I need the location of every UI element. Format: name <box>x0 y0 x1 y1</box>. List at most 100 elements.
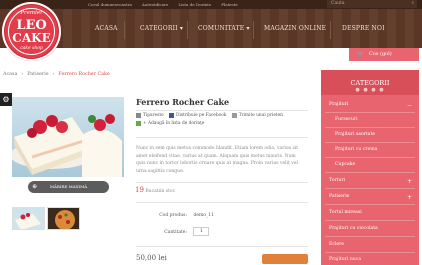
thumb-cake-image <box>13 208 44 229</box>
facebook-share-link[interactable]: Distribuie pe Facebook <box>169 112 226 120</box>
sidebar-divider <box>325 127 415 128</box>
zoom-icon: ⊕ <box>32 183 38 190</box>
product-code-row: Cod produs: demo_11 <box>150 213 214 218</box>
send-friend-link[interactable]: Trimite unui prieten <box>231 112 283 120</box>
divider <box>136 182 308 183</box>
topnav-login-link[interactable]: Autentificare <box>142 0 168 9</box>
shop-logo[interactable]: Premier LEO CAKE cake shop <box>2 2 61 61</box>
product-main-image[interactable] <box>12 97 124 177</box>
cart-icon: 🛒 <box>357 51 365 58</box>
sidebar-dots: ● ● ● ● <box>355 87 385 93</box>
topnav-cart-link[interactable]: Cosul dumneavoastra <box>88 0 132 9</box>
gear-icon[interactable]: ⚙ <box>0 93 12 106</box>
stock-info: 19 Bucatiin stoc <box>135 186 175 194</box>
sidebar-item-label: Fursecuri <box>335 117 358 122</box>
divider <box>136 110 308 111</box>
send-friend-label: Trimite unui prieten <box>238 113 283 118</box>
sidebar-item-patiserie[interactable]: Patiserie + <box>321 194 419 201</box>
sidebar-divider <box>325 236 415 237</box>
wishlist-label: + Adaugă în lista de dorinţe <box>143 121 205 126</box>
thumb-pizza-image <box>48 208 79 229</box>
sidebar-divider <box>325 220 415 221</box>
code-label: Cod produs: <box>159 213 187 218</box>
sidebar-item-label: Patiserie <box>329 194 350 199</box>
sidebar-item-label: Torturi <box>329 178 346 183</box>
wishlist-link[interactable]: + Adaugă în lista de dorinţe <box>136 120 204 128</box>
facebook-icon <box>169 112 174 118</box>
magnify-button[interactable]: ⊕ MĂRIRE MAXIMĂ <box>28 181 109 193</box>
expand-icon[interactable]: + <box>407 178 412 185</box>
nav-online-shop[interactable]: MAGAZIN ONLINE <box>264 25 326 32</box>
print-label: Tipareste <box>143 113 164 118</box>
logo-bottom-text: cake shop <box>20 46 43 51</box>
sidebar-item-label: Prajituri cu crema <box>335 147 378 152</box>
logo-top-text: Premier <box>20 10 43 16</box>
nav-categories[interactable]: CATEGORII ▾ <box>140 25 183 32</box>
nav-community[interactable]: COMUNITATE ▾ <box>198 25 250 32</box>
sidebar-item-torturi[interactable]: Torturi + <box>321 178 419 185</box>
wishlist-icon <box>136 120 141 126</box>
main-navigation: ACASA CATEGORII ▾ COMUNITATE ▾ MAGAZIN O… <box>0 9 422 48</box>
quantity-row: Cantitate: 1 <box>150 227 210 236</box>
nav-separator <box>330 21 331 39</box>
quantity-input[interactable]: 1 <box>193 227 210 236</box>
nav-home[interactable]: ACASA <box>95 25 118 32</box>
topnav-checkout-link[interactable]: Plateste <box>221 0 237 9</box>
sidebar-divider <box>325 157 415 158</box>
collapse-icon[interactable]: − <box>407 102 412 109</box>
sidebar-subitem-prajituri-asortate[interactable]: Prajituri asortate <box>321 132 419 137</box>
sidebar-divider <box>325 172 415 173</box>
categories-sidebar: CATEGORII ● ● ● ● Prajituri − Fursecuri … <box>321 70 419 265</box>
quantity-label: Cantitate: <box>164 230 187 235</box>
sidebar-subitem-prajituri-cu-crema[interactable]: Prajituri cu crema <box>321 147 419 152</box>
search-input[interactable]: Cauta ⌕ <box>327 0 417 8</box>
cart-button[interactable]: 🛒 Cos (gol) <box>349 48 419 61</box>
sidebar-item-prajituri[interactable]: Prajituri − <box>321 102 419 109</box>
sidebar-subitem-cupcake[interactable]: Cupcake <box>321 162 419 167</box>
code-value: demo_11 <box>193 213 214 218</box>
sidebar-divider <box>325 204 415 205</box>
sidebar-item-label: Prajituri nuca <box>329 257 362 262</box>
magnify-label: MĂRIRE MAXIMĂ <box>49 184 88 189</box>
expand-icon[interactable]: + <box>407 194 412 201</box>
stock-label: Bucatiin stoc <box>145 189 176 194</box>
sidebar-title: CATEGORII <box>350 79 390 87</box>
product-description: Nunc in sem quis metus commodo blandit. … <box>136 146 299 175</box>
sidebar-item-prajituri-cu-ciocolata[interactable]: Prajituri cu ciocolata <box>321 226 419 231</box>
print-icon <box>136 112 141 118</box>
divider <box>136 202 308 203</box>
cake-illustration <box>12 114 122 177</box>
sidebar-item-label: Cupcake <box>335 162 356 167</box>
search-placeholder: Cauta <box>331 1 345 6</box>
sidebar-divider <box>325 252 415 253</box>
sidebar-divider <box>325 188 415 189</box>
top-navigation: Cosul dumneavoastra Autentificare Lista … <box>88 0 238 9</box>
product-title: Ferrero Rocher Cake <box>136 97 230 107</box>
mail-icon <box>231 112 237 118</box>
sidebar-item-prajituri-nuca[interactable]: Prajituri nuca <box>321 257 419 262</box>
sidebar-item-eclere[interactable]: Eclere <box>321 242 419 247</box>
divider <box>136 246 308 247</box>
sidebar-subitem-fursecuri[interactable]: Fursecuri <box>321 117 419 122</box>
topnav-wishlist-link[interactable]: Lista de Dorinte <box>178 0 211 9</box>
nav-separator <box>187 21 188 39</box>
search-icon[interactable]: ⌕ <box>411 0 414 8</box>
cart-label: Cos (gol) <box>369 51 392 57</box>
breadcrumb-current: Ferrero Rocher Cake <box>58 72 110 77</box>
product-actions: Tipareste Distribuie pe Facebook Trimite… <box>136 112 316 128</box>
breadcrumb-parent[interactable]: Patiserie <box>27 72 48 77</box>
sidebar-item-label: Tortul mireasi <box>329 210 362 215</box>
breadcrumb: Acasa › Patiserie › Ferrero Rocher Cake <box>3 72 110 77</box>
sidebar-item-tortul-mireasi[interactable]: Tortul mireasi <box>321 210 419 215</box>
sidebar-item-label: Eclere <box>329 242 345 247</box>
print-link[interactable]: Tipareste <box>136 112 164 120</box>
logo-line2: CAKE <box>12 31 51 45</box>
sidebar-item-label: Prajituri <box>329 102 349 107</box>
sidebar-divider <box>325 142 415 143</box>
product-thumbnail[interactable] <box>12 207 45 230</box>
sidebar-item-label: Prajituri cu ciocolata <box>329 226 378 231</box>
add-to-cart-button[interactable] <box>262 254 308 264</box>
product-thumbnail[interactable] <box>47 207 80 230</box>
breadcrumb-home[interactable]: Acasa <box>3 72 17 77</box>
nav-about[interactable]: DESPRE NOI <box>342 25 385 32</box>
